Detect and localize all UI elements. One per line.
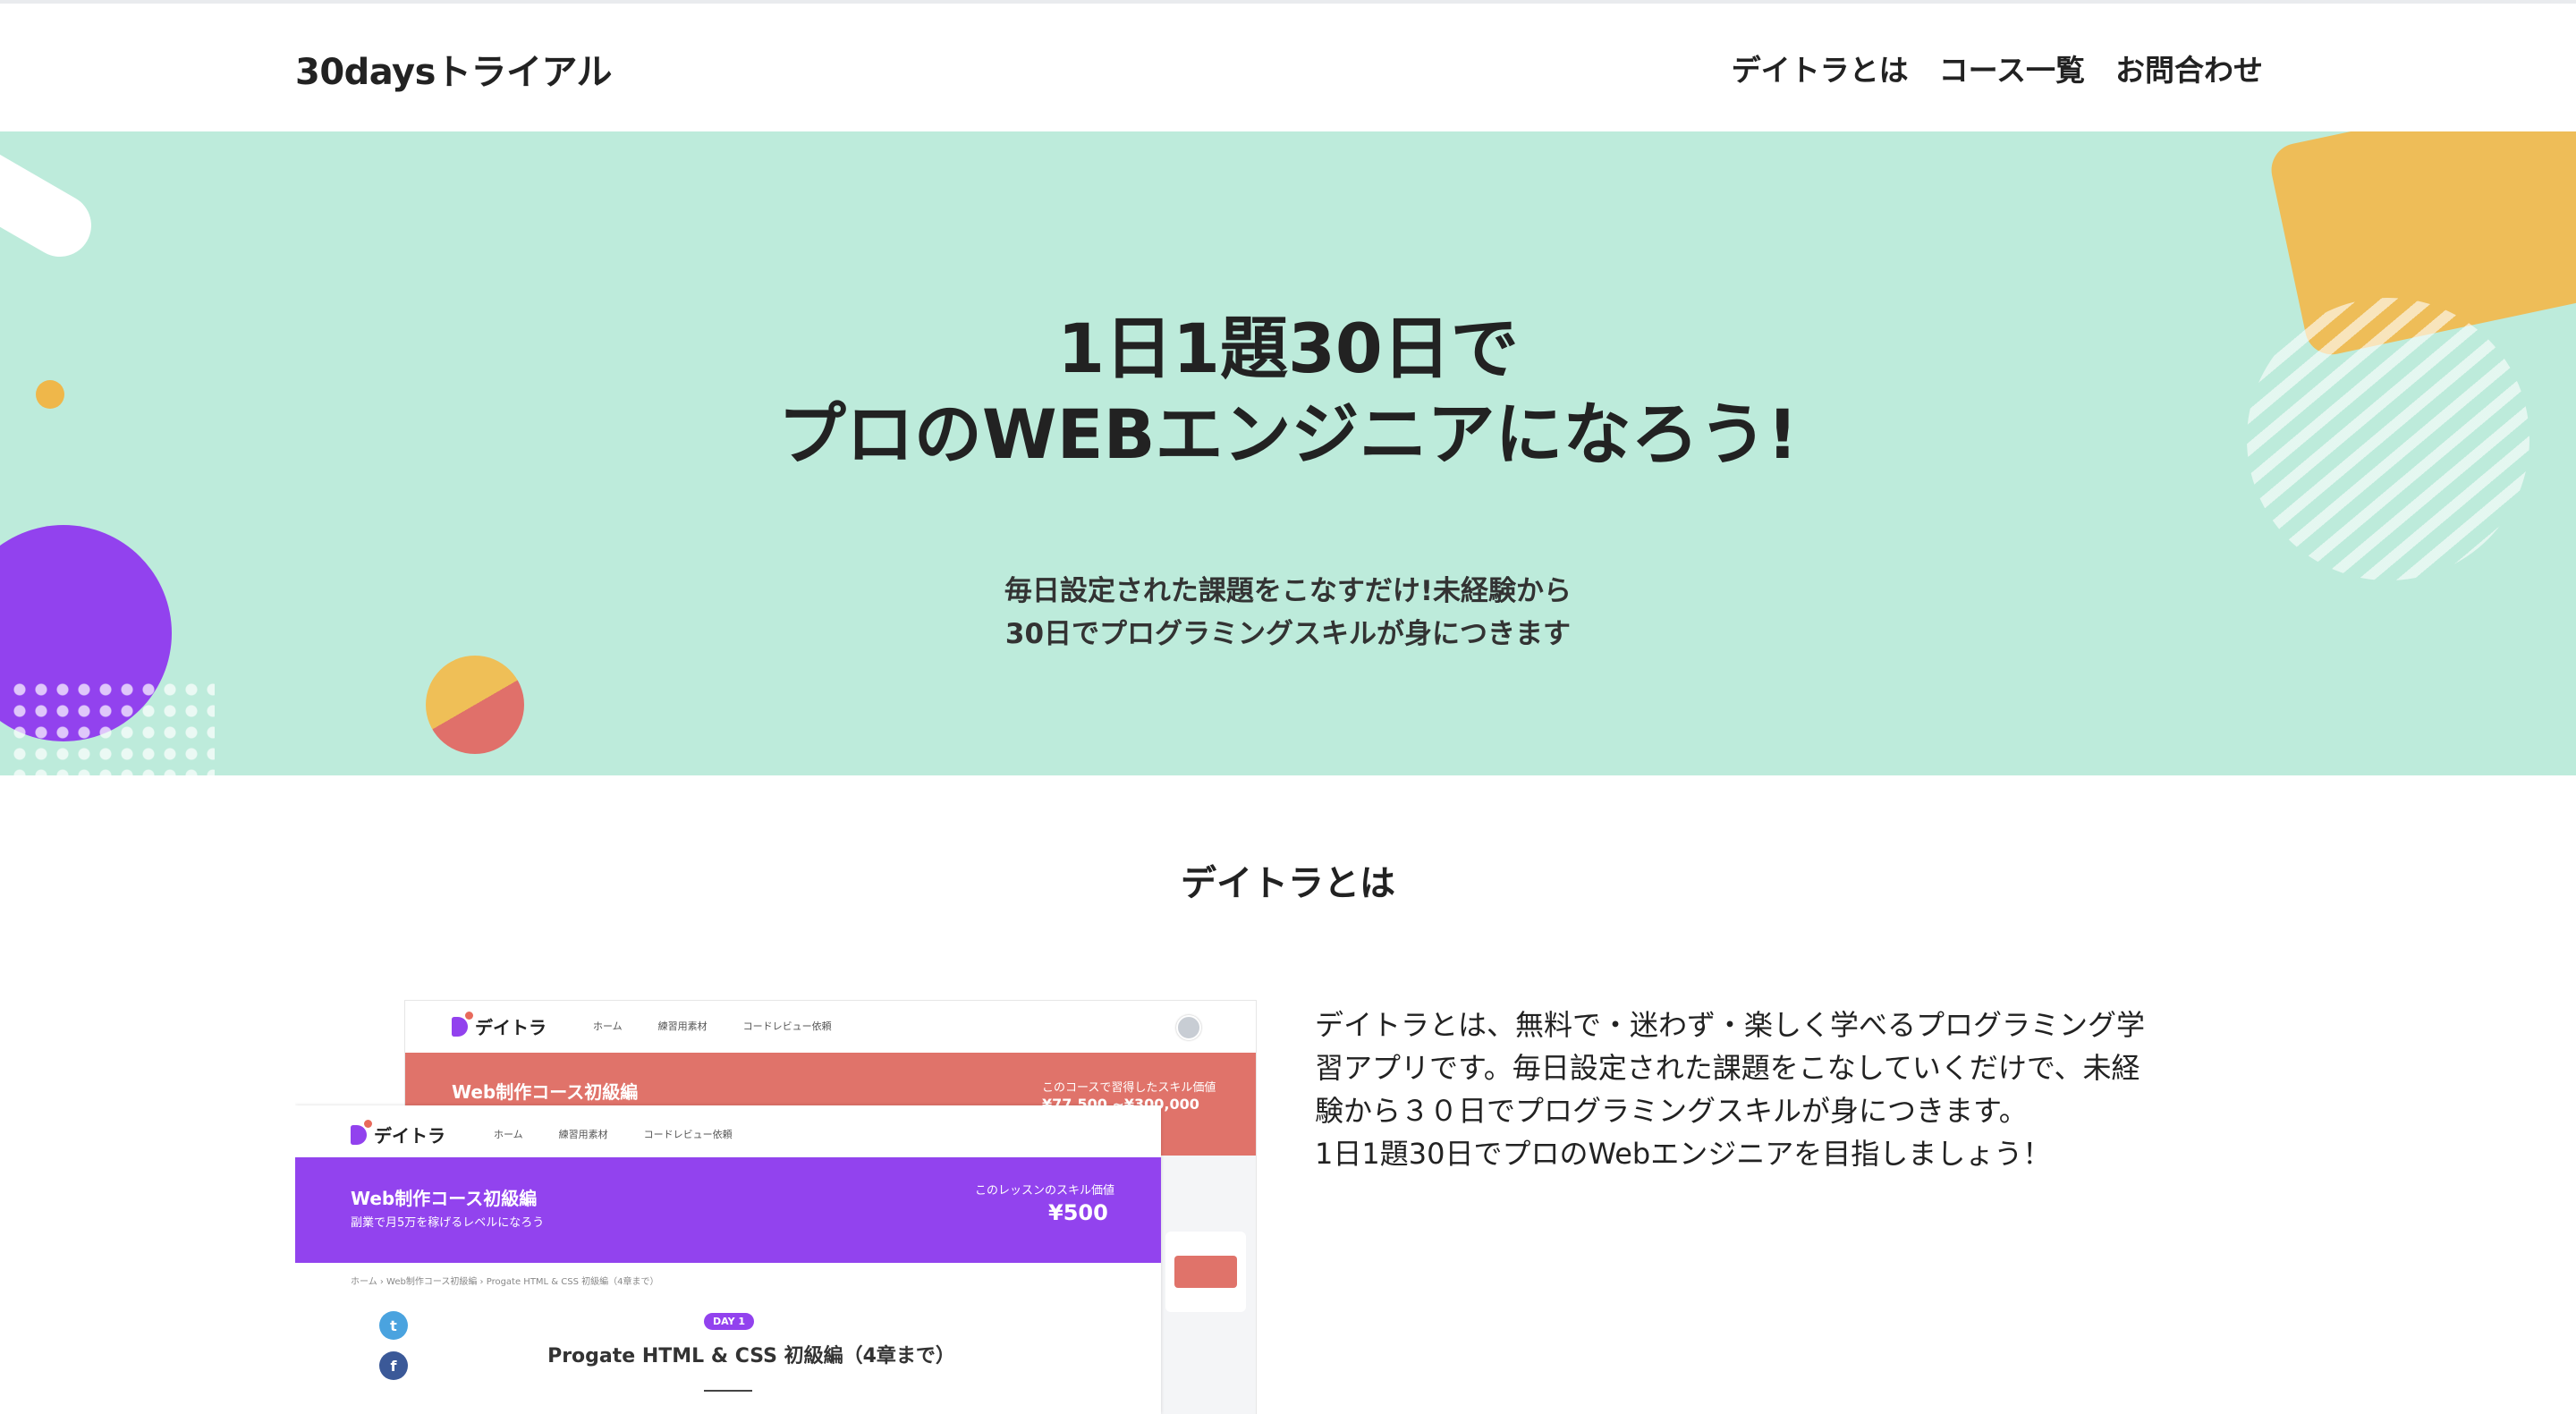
avatar	[1176, 1015, 1201, 1040]
facebook-icon: f	[379, 1351, 408, 1380]
mini-nav-home: ホーム	[593, 1020, 623, 1032]
about-description-p1: デイトラとは、無料で・迷わず・楽しく学べるプログラミング学習アプリです。毎日設定…	[1315, 1008, 2146, 1128]
decor-dot-pattern	[9, 679, 215, 775]
mini-banner-label: このレッスンのスキル価値	[975, 1184, 1115, 1198]
mini-title-underline	[704, 1390, 752, 1392]
mini-banner-purple: Web制作コース初級編 副業で月5万を稼げるレベルになろう このレッスンのスキル…	[295, 1157, 1161, 1263]
site-header: 30daysトライアル デイトラとは コース一覧 お問合わせ	[0, 4, 2576, 131]
hero-subtitle: 毎日設定された課題をこなすだけ!未経験から 30日でプログラミングスキルが身につ…	[0, 570, 2576, 656]
day-badge: DAY 1	[704, 1313, 755, 1330]
mini-header: デイトラ ホーム 練習用素材 コードレビュー依頼	[405, 1001, 1256, 1050]
hero-sub-line1: 毎日設定された課題をこなすだけ!未経験から	[1004, 575, 1572, 607]
mini-banner-title: Web制作コース初級編	[351, 1188, 538, 1209]
mini-lesson-title: Progate HTML & CSS 初級編（4章まで）	[547, 1345, 955, 1367]
nav-link-about[interactable]: デイトラとは	[1732, 47, 1909, 89]
mini-banner-price: ¥500	[1048, 1200, 1108, 1225]
hero-title-line1: 1日1題30日で	[1057, 309, 1519, 388]
app-screenshots: デイトラ ホーム 練習用素材 コードレビュー依頼 Web制作コース初級編 このコ…	[295, 1000, 1257, 1414]
mini-logo-text: デイトラ	[374, 1125, 445, 1147]
decor-white-pill	[0, 131, 103, 268]
deitora-logo-icon	[351, 1119, 372, 1145]
hero-sub-line2: 30日でプログラミングスキルが身につきます	[1004, 618, 1572, 650]
about-description-p2: 1日1題30日でプロのWebエンジニアを目指しましょう！	[1315, 1137, 2052, 1171]
nav-link-contact[interactable]: お問合わせ	[2115, 47, 2263, 89]
decor-split-circle	[426, 656, 524, 754]
mini-nav-materials: 練習用素材	[657, 1020, 708, 1032]
mini-header: デイトラ ホーム 練習用素材 コードレビュー依頼	[295, 1105, 1161, 1157]
mini-logo: デイトラ	[452, 1011, 547, 1039]
mini-nav: ホーム 練習用素材 コードレビュー依頼	[593, 1019, 832, 1033]
mini-nav: ホーム 練習用素材 コードレビュー依頼	[494, 1127, 733, 1141]
deitora-logo-icon	[452, 1011, 473, 1037]
hero-section: 1日1題30日で プロのWEBエンジニアになろう! 毎日設定された課題をこなすだ…	[0, 131, 2576, 775]
mini-logo-text: デイトラ	[475, 1017, 547, 1038]
mini-banner-sub: 副業で月5万を稼げるレベルになろう	[351, 1216, 545, 1230]
nav-link-courses[interactable]: コース一覧	[1939, 47, 2085, 89]
about-description: デイトラとは、無料で・迷わず・楽しく学べるプログラミング学習アプリです。毎日設定…	[1315, 1003, 2156, 1175]
site-logo[interactable]: 30daysトライアル	[295, 43, 613, 95]
twitter-icon: t	[379, 1311, 408, 1340]
screenshot-lesson-page: デイトラ ホーム 練習用素材 コードレビュー依頼 Web制作コース初級編 副業で…	[295, 1105, 1161, 1414]
mini-start-button	[1174, 1256, 1237, 1288]
mini-banner-label: このコースで習得したスキル価値	[1042, 1081, 1216, 1095]
mini-nav-review: コードレビュー依頼	[742, 1020, 832, 1032]
mini-breadcrumb: ホーム › Web制作コース初級編 › Progate HTML & CSS 初…	[351, 1277, 659, 1287]
hero-title: 1日1題30日で プロのWEBエンジニアになろう!	[0, 306, 2576, 478]
mini-nav-materials: 練習用素材	[558, 1129, 608, 1140]
mini-nav-review: コードレビュー依頼	[643, 1129, 733, 1140]
main-nav: デイトラとは コース一覧 お問合わせ	[1732, 47, 2263, 89]
hero-title-line2: プロのWEBエンジニアになろう!	[777, 394, 1799, 474]
about-heading: デイトラとは	[1181, 863, 1395, 904]
mini-banner-title: Web制作コース初級編	[452, 1081, 639, 1103]
mini-logo: デイトラ	[351, 1119, 445, 1147]
mini-nav-home: ホーム	[494, 1129, 523, 1140]
